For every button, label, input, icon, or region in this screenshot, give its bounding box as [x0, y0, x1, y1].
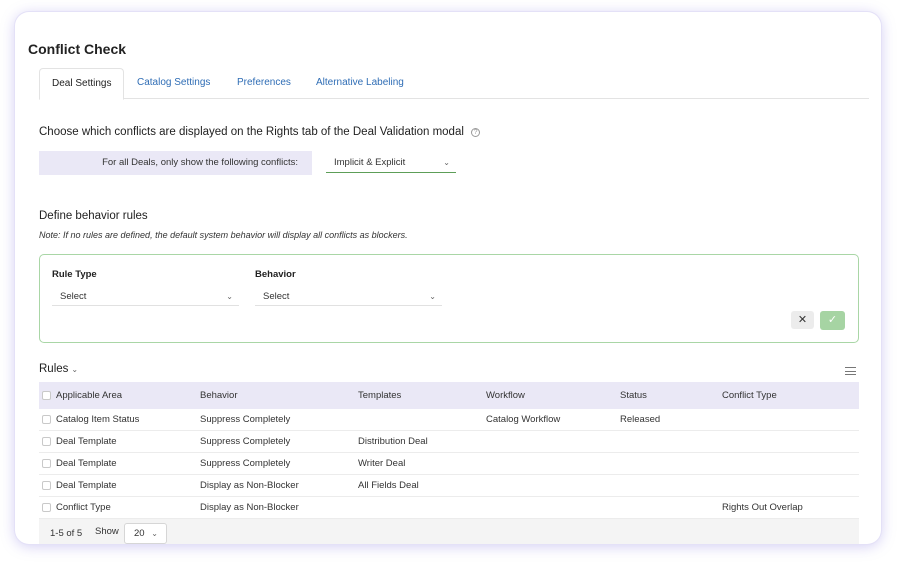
table-row[interactable]: Deal Template Suppress Completely Writer… — [39, 453, 859, 475]
tab-bar: Deal Settings Catalog Settings Preferenc… — [39, 68, 869, 100]
page-title: Conflict Check — [28, 41, 127, 57]
tab-deal-settings[interactable]: Deal Settings — [39, 68, 125, 100]
column-header[interactable]: Workflow — [486, 382, 525, 409]
cell-templates: Distribution Deal — [358, 436, 428, 447]
cell-behavior: Suppress Completely — [200, 458, 291, 469]
chevron-down-icon: ⌄ — [443, 158, 450, 167]
rule-type-value: Select — [60, 291, 87, 302]
rules-toggle[interactable]: Rules ⌄ — [39, 363, 78, 375]
close-icon: ✕ — [797, 314, 808, 326]
cancel-button[interactable]: ✕ — [791, 311, 814, 329]
conflicts-heading: Choose which conflicts are displayed on … — [39, 126, 481, 138]
chevron-down-icon: ⌄ — [151, 529, 158, 538]
column-header[interactable]: Applicable Area — [56, 382, 122, 409]
page-size-select[interactable]: 20 ⌄ — [124, 523, 167, 544]
behavior-note: Note: If no rules are defined, the defau… — [39, 230, 408, 240]
chevron-down-icon: ⌄ — [71, 365, 79, 374]
column-header[interactable]: Conflict Type — [722, 382, 777, 409]
conflict-filter-select[interactable]: Implicit & Explicit ⌄ — [326, 153, 456, 173]
hamburger-menu-icon[interactable] — [845, 367, 856, 376]
conflict-check-card: Conflict Check Deal Settings Catalog Set… — [15, 12, 881, 544]
cell-templates: Writer Deal — [358, 458, 406, 469]
cell-behavior: Suppress Completely — [200, 436, 291, 447]
rule-type-label: Rule Type — [52, 269, 97, 280]
column-header[interactable]: Behavior — [200, 382, 238, 409]
cell-status: Released — [620, 414, 661, 425]
cell-applicable-area: Deal Template — [56, 436, 117, 447]
row-checkbox[interactable] — [42, 481, 51, 490]
cell-behavior: Suppress Completely — [200, 414, 291, 425]
cell-workflow: Catalog Workflow — [486, 414, 561, 425]
table-row[interactable]: Deal Template Suppress Completely Distri… — [39, 431, 859, 453]
table-row[interactable]: Catalog Item Status Suppress Completely … — [39, 409, 859, 431]
cell-conflict-type: Rights Out Overlap — [722, 502, 803, 513]
select-all-checkbox[interactable] — [42, 391, 51, 400]
column-header[interactable]: Status — [620, 382, 647, 409]
row-checkbox[interactable] — [42, 415, 51, 424]
conflicts-heading-text: Choose which conflicts are displayed on … — [39, 126, 464, 138]
pagination-footer: 1-5 of 5 Show 20 ⌄ — [39, 519, 859, 544]
behavior-label: Behavior — [255, 269, 296, 280]
table-row[interactable]: Deal Template Display as Non-Blocker All… — [39, 475, 859, 497]
cell-behavior: Display as Non-Blocker — [200, 502, 299, 513]
rules-table: Applicable Area Behavior Templates Workf… — [39, 382, 859, 519]
row-checkbox[interactable] — [42, 437, 51, 446]
rules-title: Rules — [39, 363, 69, 375]
tab-preferences[interactable]: Preferences — [225, 68, 303, 99]
chevron-down-icon: ⌄ — [429, 292, 436, 301]
table-row[interactable]: Conflict Type Display as Non-Blocker Rig… — [39, 497, 859, 519]
column-header[interactable]: Templates — [358, 382, 401, 409]
confirm-button[interactable]: ✓ — [820, 311, 845, 330]
cell-applicable-area: Catalog Item Status — [56, 414, 140, 425]
cell-applicable-area: Conflict Type — [56, 502, 111, 513]
cell-applicable-area: Deal Template — [56, 480, 117, 491]
tab-catalog-settings[interactable]: Catalog Settings — [125, 68, 222, 99]
table-header: Applicable Area Behavior Templates Workf… — [39, 382, 859, 409]
cell-behavior: Display as Non-Blocker — [200, 480, 299, 491]
cell-templates: All Fields Deal — [358, 480, 419, 491]
new-rule-form: Rule Type Select ⌄ Behavior Select ⌄ ✕ ✓ — [39, 254, 859, 343]
conflict-filter-value: Implicit & Explicit — [334, 157, 406, 168]
help-icon[interactable]: ? — [471, 128, 481, 137]
page-size-value: 20 — [134, 528, 145, 539]
check-icon: ✓ — [827, 314, 838, 326]
behavior-select[interactable]: Select ⌄ — [255, 288, 442, 306]
cell-applicable-area: Deal Template — [56, 458, 117, 469]
conflict-filter-label: For all Deals, only show the following c… — [39, 151, 312, 175]
row-checkbox[interactable] — [42, 459, 51, 468]
rule-type-select[interactable]: Select ⌄ — [52, 288, 239, 306]
pagination-range: 1-5 of 5 — [50, 528, 83, 539]
behavior-rules-heading: Define behavior rules — [39, 210, 148, 222]
chevron-down-icon: ⌄ — [226, 292, 233, 301]
page-size-label: Show — [95, 526, 119, 537]
behavior-value: Select — [263, 291, 290, 302]
row-checkbox[interactable] — [42, 503, 51, 512]
tab-alternative-labeling[interactable]: Alternative Labeling — [304, 68, 416, 99]
